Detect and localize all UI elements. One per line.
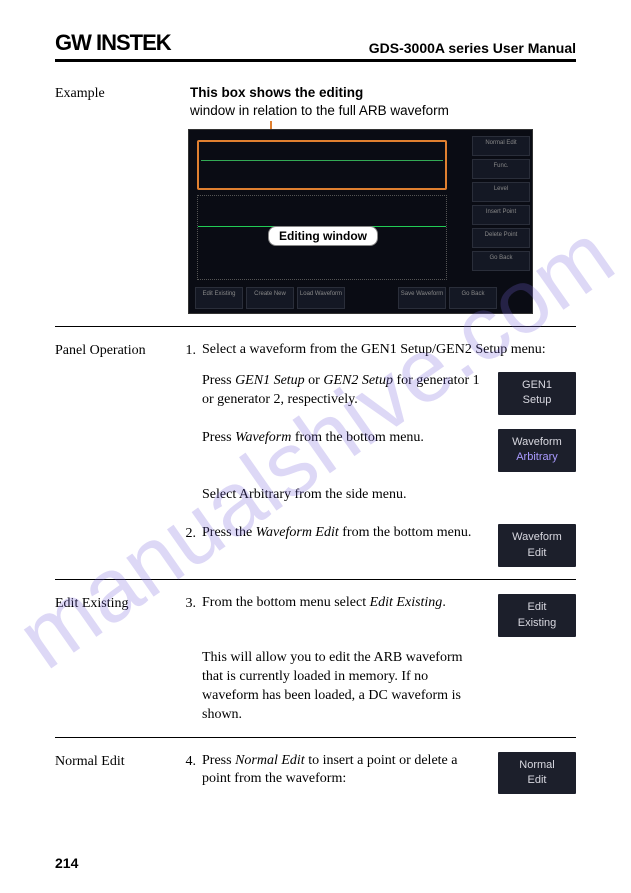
editing-window-badge: Editing window [268,226,378,246]
waveform-area: Editing window [197,195,447,280]
step-number: 3. [180,594,202,612]
arb-window-highlight-box [197,140,447,190]
bot-btn: Go Back [449,287,497,309]
waveform-edit-button: Waveform Edit [498,524,576,567]
bot-btn: Save Waveform [398,287,446,309]
waveform-arbitrary-button: Waveform Arbitrary [498,429,576,472]
separator [55,737,576,738]
step-number: 4. [180,752,202,770]
step3-description: This will allow you to edit the ARB wave… [202,649,576,725]
side-btn: Delete Point [472,228,530,248]
step1-press-waveform: Press Waveform from the bottom menu. [202,429,488,448]
bot-btn: Load Waveform [297,287,345,309]
separator [55,579,576,580]
manual-title: GDS-3000A series User Manual [369,40,576,56]
side-btn: Normal Edit [472,136,530,156]
side-menu: Normal Edit Func. Level Insert Point Del… [472,136,530,307]
bottom-menu: Edit Existing Create New Load Waveform S… [195,287,497,309]
step4-text: Press Normal Edit to insert a point or d… [202,752,488,790]
caption-rest: window in relation to the full ARB wavef… [190,103,449,118]
bot-btn: Create New [246,287,294,309]
step-number: 2. [180,524,202,542]
step3-text: From the bottom menu select Edit Existin… [202,594,488,613]
step1-press-gen: Press GEN1 Setup or GEN2 Setup for gener… [202,372,488,410]
page-number: 214 [55,855,78,871]
pointer-line [270,121,272,129]
section-label-normal-edit: Normal Edit [55,752,180,770]
step2-text: Press the Waveform Edit from the bottom … [202,524,488,543]
gen1-setup-button: GEN1 Setup [498,372,576,415]
edit-existing-button: Edit Existing [498,594,576,637]
step1-intro: Select a waveform from the GEN1 Setup/GE… [202,341,576,360]
step-number: 1. [180,341,202,359]
section-label-example: Example [55,84,180,102]
side-btn: Func. [472,159,530,179]
oscilloscope-screenshot: Editing window Normal Edit Func. Level I… [188,129,533,314]
separator [55,326,576,327]
normal-edit-button: Normal Edit [498,752,576,795]
caption-bold: This box shows the editing [190,85,363,100]
section-label-edit-existing: Edit Existing [55,594,180,612]
side-btn: Insert Point [472,205,530,225]
side-btn: Level [472,182,530,202]
section-label-panel-operation: Panel Operation [55,341,180,359]
page-header: GW INSTEK GDS-3000A series User Manual [55,30,576,62]
brand-logo: GW INSTEK [55,30,171,56]
bot-btn: Edit Existing [195,287,243,309]
step1-select-arbitrary: Select Arbitrary from the side menu. [202,486,576,505]
side-btn: Go Back [472,251,530,271]
example-caption: This box shows the editing window in rel… [190,84,576,119]
